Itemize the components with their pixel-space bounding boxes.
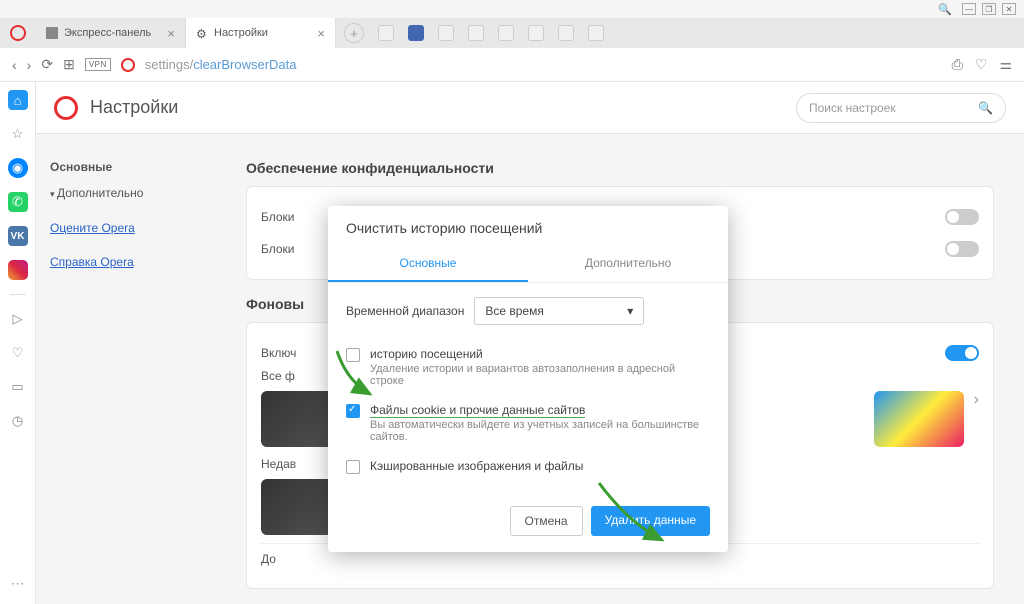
background-tab[interactable] <box>468 25 484 41</box>
checkbox-history-label: историю посещений <box>370 347 710 361</box>
content-area: Настройки Поиск настроек 🔍 Основные Допо… <box>36 82 1024 604</box>
forward-button[interactable]: › <box>27 57 32 73</box>
chevron-down-icon: ▾ <box>627 304 633 318</box>
page-header: Настройки Поиск настроек 🔍 <box>36 82 1024 134</box>
tab-label: Экспресс-панель <box>64 27 151 39</box>
time-range-label: Временной диапазон <box>346 304 464 318</box>
opera-menu-button[interactable] <box>0 18 36 48</box>
wallpaper-thumb[interactable] <box>874 391 964 447</box>
close-tab-icon[interactable]: × <box>167 26 175 41</box>
window-titlebar: 🔍 — ❐ ✕ <box>0 0 1024 18</box>
sidebar-more-icon[interactable]: ⋯ <box>11 575 25 592</box>
background-tabs: + <box>336 18 612 48</box>
clear-data-modal: Очистить историю посещений Основные Допо… <box>328 206 728 552</box>
sidebar: ⌂ ☆ ◉ ✆ VK ▷ ♡ ▭ ◷ ⋯ <box>0 82 36 604</box>
toggle[interactable] <box>945 209 979 225</box>
messenger-icon[interactable]: ◉ <box>8 158 28 178</box>
checkbox-cache[interactable] <box>346 460 360 474</box>
grid-icon <box>46 27 58 39</box>
opera-url-icon <box>121 58 135 72</box>
tab-label: Настройки <box>214 27 268 39</box>
toggle[interactable] <box>945 241 979 257</box>
divider <box>10 294 26 295</box>
news-icon[interactable]: ▭ <box>8 377 28 397</box>
background-tab[interactable] <box>558 25 574 41</box>
reload-button[interactable]: ⟳ <box>41 56 53 73</box>
section-privacy-title: Обеспечение конфиденциальности <box>246 160 994 176</box>
cancel-button[interactable]: Отмена <box>510 506 583 536</box>
checkbox-cache-label: Кэшированные изображения и файлы <box>370 459 583 473</box>
play-icon[interactable]: ▷ <box>8 309 28 329</box>
checkbox-cookies[interactable] <box>346 404 360 418</box>
background-tab[interactable] <box>438 25 454 41</box>
instagram-icon[interactable] <box>8 260 28 280</box>
opera-logo-icon <box>54 96 78 120</box>
back-button[interactable]: ‹ <box>12 57 17 73</box>
background-tab[interactable] <box>498 25 514 41</box>
maximize-button[interactable]: ❐ <box>982 3 996 15</box>
background-tab[interactable] <box>378 25 394 41</box>
whatsapp-icon[interactable]: ✆ <box>8 192 28 212</box>
titlebar-search-icon[interactable]: 🔍 <box>938 3 952 16</box>
home-icon[interactable]: ⌂ <box>8 90 28 110</box>
camera-icon[interactable]: ⎙ <box>952 56 963 73</box>
nav-basic[interactable]: Основные <box>50 154 222 180</box>
grid-icon[interactable]: ⊞ <box>63 56 75 73</box>
nav-advanced[interactable]: Дополнительно <box>50 180 222 206</box>
background-tab[interactable] <box>408 25 424 41</box>
modal-tabs: Основные Дополнительно <box>328 246 728 283</box>
tab-settings[interactable]: ⚙ Настройки × <box>186 18 336 48</box>
modal-tab-advanced[interactable]: Дополнительно <box>528 246 728 282</box>
delete-data-button[interactable]: Удалить данные <box>591 506 710 536</box>
checkbox-cookies-label: Файлы cookie и прочие данные сайтов <box>370 403 710 417</box>
address-bar: ‹ › ⟳ ⊞ VPN settings/clearBrowserData ⎙ … <box>0 48 1024 82</box>
background-tab[interactable] <box>528 25 544 41</box>
heart-icon[interactable]: ♡ <box>975 56 988 73</box>
gear-icon: ⚙ <box>196 27 208 39</box>
checkbox-history[interactable] <box>346 348 360 362</box>
new-tab-button[interactable]: + <box>344 23 364 43</box>
vpn-badge[interactable]: VPN <box>85 58 111 71</box>
time-range-select[interactable]: Все время ▾ <box>474 297 644 325</box>
modal-title: Очистить историю посещений <box>328 206 728 246</box>
nav-help-opera[interactable]: Справка Opera <box>50 250 222 274</box>
heart-icon[interactable]: ♡ <box>8 343 28 363</box>
nav-rate-opera[interactable]: Оцените Opera <box>50 216 222 240</box>
history-icon[interactable]: ◷ <box>8 411 28 431</box>
tab-speed-dial[interactable]: Экспресс-панель × <box>36 18 186 48</box>
search-settings-input[interactable]: Поиск настроек 🔍 <box>796 93 1006 123</box>
settings-nav: Основные Дополнительно Оцените Opera Спр… <box>36 134 236 604</box>
easy-setup-icon[interactable]: ⚌ <box>999 56 1012 73</box>
search-icon: 🔍 <box>978 101 993 115</box>
tab-bar: Экспресс-панель × ⚙ Настройки × + <box>0 18 1024 48</box>
close-window-button[interactable]: ✕ <box>1002 3 1016 15</box>
page-title: Настройки <box>90 97 178 118</box>
close-tab-icon[interactable]: × <box>317 26 325 41</box>
star-icon[interactable]: ☆ <box>8 124 28 144</box>
chevron-right-icon[interactable]: › <box>974 391 979 447</box>
url-field[interactable]: settings/clearBrowserData <box>145 57 297 72</box>
minimize-button[interactable]: — <box>962 3 976 15</box>
toggle[interactable] <box>945 345 979 361</box>
vk-icon[interactable]: VK <box>8 226 28 246</box>
opera-logo-icon <box>10 25 26 41</box>
modal-tab-basic[interactable]: Основные <box>328 246 528 282</box>
background-tab[interactable] <box>588 25 604 41</box>
